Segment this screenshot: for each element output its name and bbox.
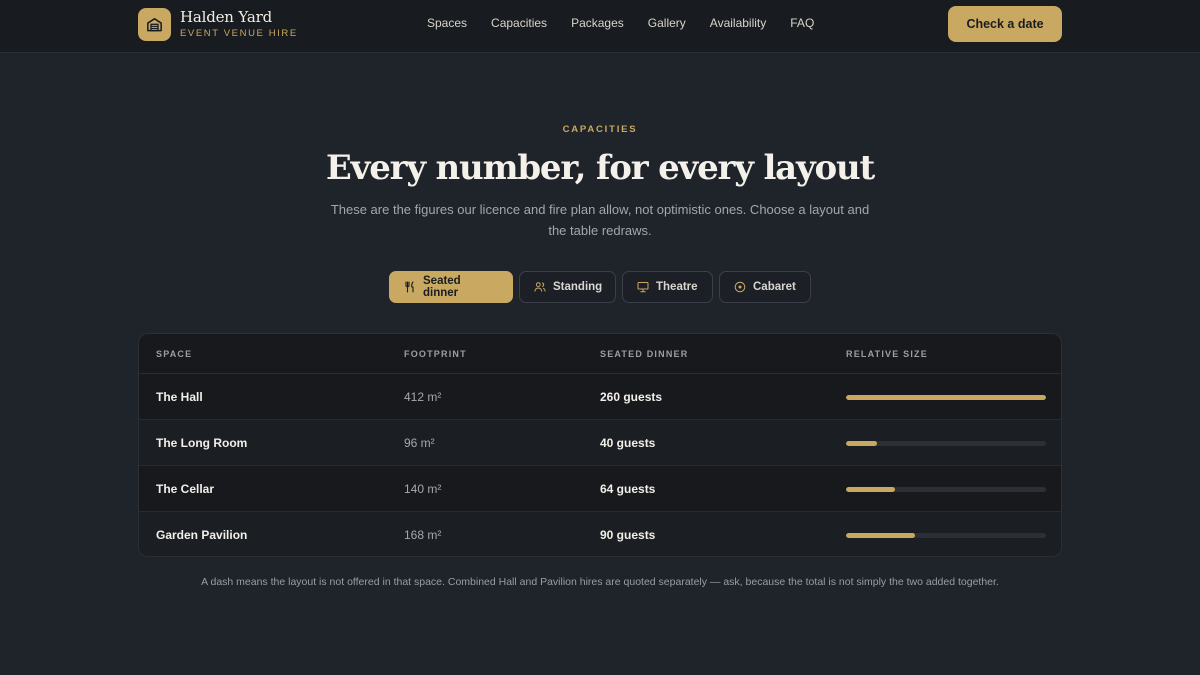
layout-tabs: Seated dinner Standing Theatre Cabaret xyxy=(389,271,817,303)
space-capacity: 64 guests xyxy=(600,482,656,496)
page-subtitle: These are the figures our licence and fi… xyxy=(330,202,870,238)
table-row: Garden Pavilion 168 m² 90 guests xyxy=(139,512,1061,556)
tab-cabaret[interactable]: Cabaret xyxy=(719,271,811,303)
relative-size-bar xyxy=(846,441,1046,446)
space-name: The Cellar xyxy=(156,482,215,496)
tab-label: Standing xyxy=(553,281,603,293)
relative-size-bar xyxy=(846,487,1046,492)
relative-size-bar xyxy=(846,395,1046,400)
table-row: The Long Room 96 m² 40 guests xyxy=(139,420,1061,466)
brand[interactable]: Halden Yard EVENT VENUE HIRE xyxy=(138,7,298,41)
relative-size-fill xyxy=(846,533,916,538)
section-eyebrow: CAPACITIES xyxy=(562,124,638,135)
nav-link-availability[interactable]: Availability xyxy=(710,16,766,30)
check-date-button[interactable]: Check a date xyxy=(948,6,1062,42)
space-capacity: 90 guests xyxy=(600,528,656,542)
column-header-relative-size: RELATIVE SIZE xyxy=(846,349,928,359)
nav-link-capacities[interactable]: Capacities xyxy=(491,16,547,30)
nav-link-spaces[interactable]: Spaces xyxy=(427,16,467,30)
round-table-icon xyxy=(734,281,746,293)
people-icon xyxy=(534,281,546,293)
site-header: Halden Yard EVENT VENUE HIRE Spaces Capa… xyxy=(0,0,1200,53)
relative-size-fill xyxy=(846,441,877,446)
table-row: The Hall 412 m² 260 guests xyxy=(139,374,1061,420)
space-footprint: 96 m² xyxy=(404,436,435,450)
space-name: The Long Room xyxy=(156,436,248,450)
column-header-capacity: SEATED DINNER xyxy=(600,349,689,359)
main-nav: Spaces Capacities Packages Gallery Avail… xyxy=(427,16,838,30)
relative-size-fill xyxy=(846,395,1046,400)
space-capacity: 260 guests xyxy=(600,390,663,404)
space-footprint: 412 m² xyxy=(404,390,442,404)
nav-link-gallery[interactable]: Gallery xyxy=(648,16,686,30)
space-name: Garden Pavilion xyxy=(156,528,248,542)
brand-tagline: EVENT VENUE HIRE xyxy=(180,27,298,39)
space-footprint: 168 m² xyxy=(404,528,442,542)
nav-link-packages[interactable]: Packages xyxy=(571,16,624,30)
table-row: The Cellar 140 m² 64 guests xyxy=(139,466,1061,512)
space-footprint: 140 m² xyxy=(404,482,442,496)
brand-name: Halden Yard xyxy=(180,7,272,26)
page-title: Every number, for every layout xyxy=(325,148,875,188)
nav-link-faq[interactable]: FAQ xyxy=(790,16,814,30)
tab-label: Seated dinner xyxy=(423,275,461,299)
capacity-table: SPACE FOOTPRINT SEATED DINNER RELATIVE S… xyxy=(138,333,1062,557)
relative-size-fill xyxy=(846,487,896,492)
tab-label: Theatre xyxy=(656,281,698,293)
table-header: SPACE FOOTPRINT SEATED DINNER RELATIVE S… xyxy=(139,334,1061,374)
table-footnote: A dash means the layout is not offered i… xyxy=(201,576,999,588)
tab-standing[interactable]: Standing xyxy=(519,271,616,303)
space-capacity: 40 guests xyxy=(600,436,656,450)
warehouse-icon xyxy=(138,7,171,41)
column-header-space: SPACE xyxy=(156,349,193,359)
space-name: The Hall xyxy=(156,390,203,404)
tab-label: Cabaret xyxy=(753,281,796,293)
presentation-icon xyxy=(637,281,649,293)
tab-theatre[interactable]: Theatre xyxy=(622,271,713,303)
tab-seated-dinner[interactable]: Seated dinner xyxy=(389,271,513,303)
column-header-footprint: FOOTPRINT xyxy=(404,349,467,359)
relative-size-bar xyxy=(846,533,1046,538)
cutlery-icon xyxy=(404,281,416,293)
